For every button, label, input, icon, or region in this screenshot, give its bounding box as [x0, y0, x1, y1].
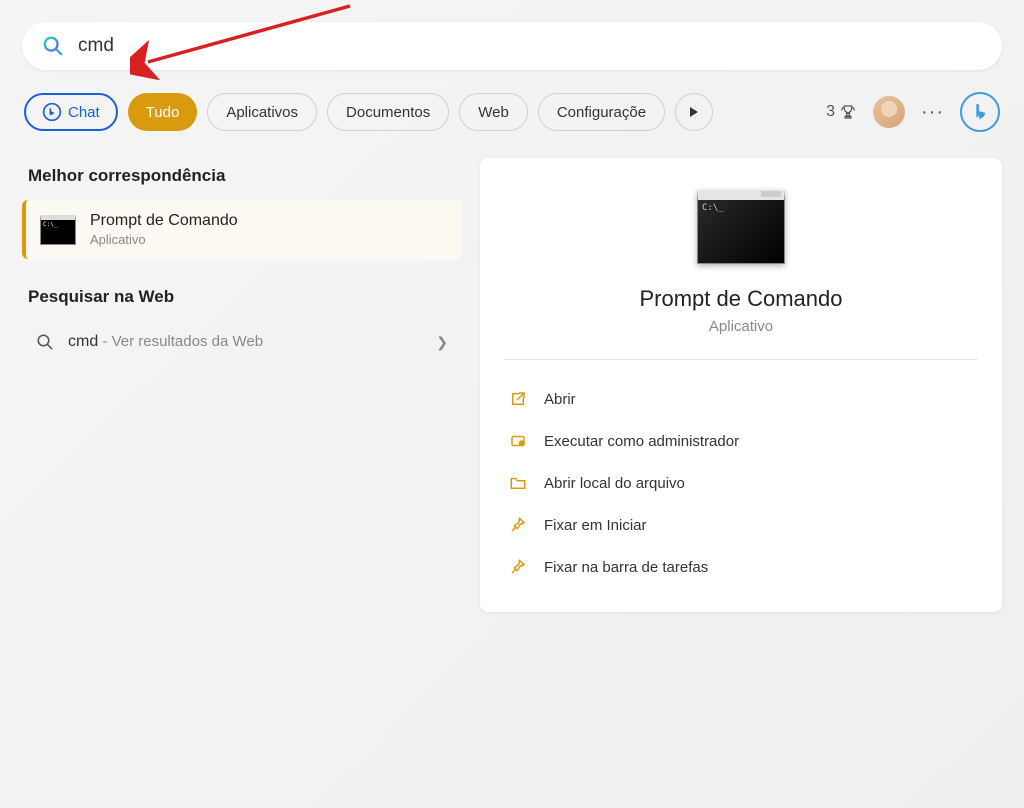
tab-chat[interactable]: Chat — [24, 93, 118, 131]
more-options-button[interactable]: ··· — [921, 101, 944, 124]
tab-settings-label: Configuraçõe — [557, 104, 646, 121]
preview-app-icon — [697, 190, 785, 264]
play-icon — [688, 106, 700, 118]
tab-all-label: Tudo — [146, 104, 180, 121]
more-tabs-button[interactable] — [675, 93, 713, 131]
best-match-result[interactable]: Prompt de Comando Aplicativo — [22, 200, 462, 259]
divider — [504, 359, 978, 360]
action-open[interactable]: Abrir — [504, 378, 978, 420]
filter-tabs: Chat Tudo Aplicativos Documentos Web Con… — [22, 92, 1002, 132]
rewards-points[interactable]: 3 — [826, 103, 857, 121]
tab-apps[interactable]: Aplicativos — [207, 93, 317, 131]
web-search-result[interactable]: cmd - Ver resultados da Web ❯ — [22, 321, 462, 363]
action-open-label: Abrir — [544, 391, 576, 408]
preview-panel: Prompt de Comando Aplicativo Abrir Execu… — [480, 158, 1002, 612]
action-run-admin[interactable]: Executar como administrador — [504, 420, 978, 462]
preview-title: Prompt de Comando — [504, 286, 978, 312]
action-open-location[interactable]: Abrir local do arquivo — [504, 462, 978, 504]
pin-icon — [508, 557, 528, 577]
tab-settings[interactable]: Configuraçõe — [538, 93, 665, 131]
open-icon — [508, 389, 528, 409]
cmd-icon — [40, 215, 76, 245]
preview-subtitle: Aplicativo — [504, 318, 978, 335]
action-pin-taskbar-label: Fixar na barra de tarefas — [544, 559, 708, 576]
chevron-right-icon: ❯ — [436, 334, 448, 351]
folder-icon — [508, 473, 528, 493]
results-panel: Melhor correspondência Prompt de Comando… — [22, 158, 462, 612]
web-result-query: cmd — [68, 333, 98, 350]
action-run-admin-label: Executar como administrador — [544, 433, 739, 450]
bing-icon — [969, 101, 991, 123]
search-input[interactable] — [78, 35, 982, 57]
search-icon — [42, 35, 64, 57]
best-match-heading: Melhor correspondência — [28, 166, 462, 186]
points-count: 3 — [826, 103, 835, 121]
tab-chat-label: Chat — [68, 104, 100, 121]
user-avatar[interactable] — [873, 96, 905, 128]
tab-documents-label: Documentos — [346, 104, 430, 121]
action-pin-taskbar[interactable]: Fixar na barra de tarefas — [504, 546, 978, 588]
action-pin-start[interactable]: Fixar em Iniciar — [504, 504, 978, 546]
magnifier-icon — [36, 333, 54, 351]
trophy-icon — [839, 103, 857, 121]
search-box[interactable] — [22, 22, 1002, 70]
tab-web-label: Web — [478, 104, 509, 121]
tab-all[interactable]: Tudo — [128, 93, 198, 131]
web-search-heading: Pesquisar na Web — [28, 287, 462, 307]
tab-documents[interactable]: Documentos — [327, 93, 449, 131]
tab-web[interactable]: Web — [459, 93, 528, 131]
bing-button[interactable] — [960, 92, 1000, 132]
web-result-text: cmd - Ver resultados da Web — [68, 333, 422, 351]
tab-apps-label: Aplicativos — [226, 104, 298, 121]
best-match-title: Prompt de Comando — [90, 212, 238, 230]
action-pin-start-label: Fixar em Iniciar — [544, 517, 647, 534]
bing-chat-icon — [42, 102, 62, 122]
best-match-subtitle: Aplicativo — [90, 232, 238, 247]
action-open-location-label: Abrir local do arquivo — [544, 475, 685, 492]
pin-icon — [508, 515, 528, 535]
web-result-hint: - Ver resultados da Web — [98, 333, 263, 350]
shield-icon — [508, 431, 528, 451]
